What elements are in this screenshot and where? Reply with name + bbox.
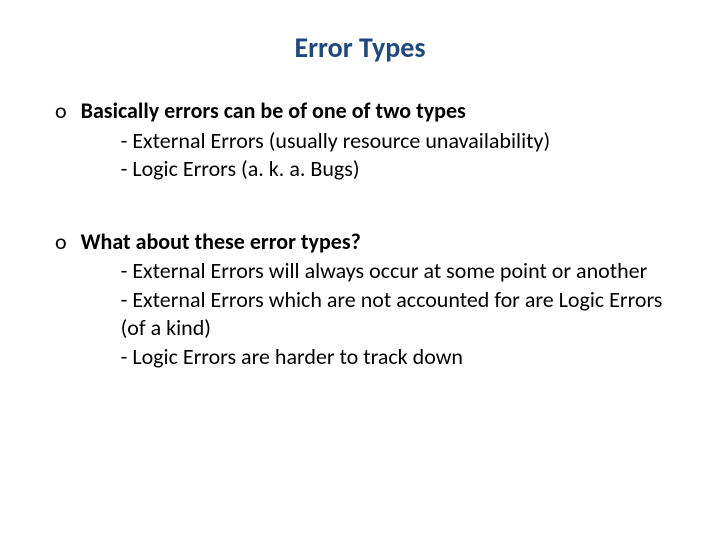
bullet-content: What about these error types? - External…	[81, 228, 680, 372]
sub-line: - External Errors will always occur at s…	[121, 257, 680, 286]
list-item: o What about these error types? - Extern…	[55, 228, 680, 372]
sub-list: - External Errors will always occur at s…	[81, 257, 680, 371]
sub-line: - External Errors (usually resource unav…	[121, 127, 680, 156]
sub-line: - Logic Errors (a. k. a. Bugs)	[121, 155, 680, 184]
bullet-marker: o	[55, 228, 67, 372]
sub-line: - Logic Errors are harder to track down	[121, 343, 680, 372]
sub-line: - External Errors which are not accounte…	[121, 286, 680, 343]
bullet-content: Basically errors can be of one of two ty…	[81, 97, 680, 184]
sub-list: - External Errors (usually resource unav…	[81, 127, 680, 184]
page-title: Error Types	[40, 30, 680, 65]
bullet-heading: Basically errors can be of one of two ty…	[81, 97, 680, 125]
list-item: o Basically errors can be of one of two …	[55, 97, 680, 184]
bullet-heading: What about these error types?	[81, 228, 680, 256]
bullet-marker: o	[55, 97, 67, 184]
